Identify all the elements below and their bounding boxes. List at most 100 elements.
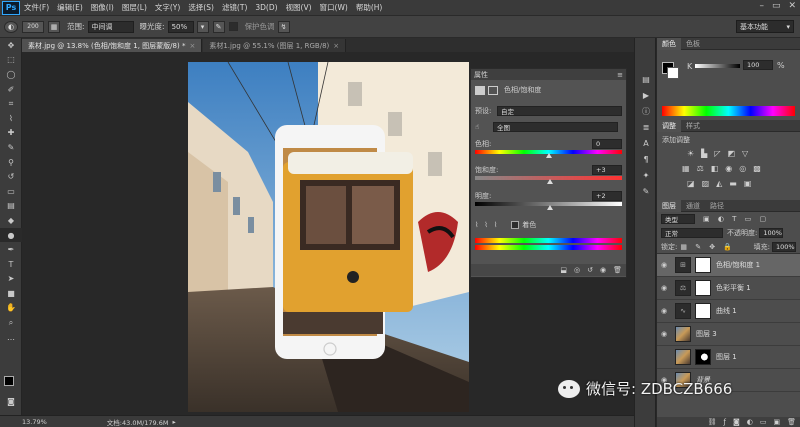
lasso-tool-icon[interactable]: ◯ <box>0 67 22 82</box>
add-mask-icon[interactable]: ◙ <box>733 418 740 426</box>
new-adjustment-icon[interactable]: ◐ <box>747 418 753 426</box>
layer-row[interactable]: ◉ ⚖ 色彩平衡 1 <box>657 277 800 300</box>
tab-document-2[interactable]: 素材1.jpg @ 55.1% (图层 1, RGB/8) × <box>203 39 347 52</box>
opacity-input[interactable]: 100% <box>759 228 784 238</box>
color-balance-icon[interactable]: ⚖ <box>697 164 704 173</box>
layer-mask-thumbnail[interactable] <box>695 303 711 319</box>
layer-mask-thumbnail[interactable] <box>695 349 711 365</box>
more-tools-icon[interactable]: … <box>0 330 22 345</box>
brush-tool-icon[interactable]: ✎ <box>0 140 22 155</box>
tab-document-1[interactable]: 素材.jpg @ 13.8% (色相/饱和度 1, 图层蒙版/8) * × <box>22 39 203 52</box>
close-icon[interactable]: × <box>189 42 195 50</box>
photo-filter-icon[interactable]: ◉ <box>725 164 732 173</box>
layer-row[interactable]: ◉ ⊞ 色相/饱和度 1 <box>657 254 800 277</box>
menu-3d[interactable]: 3D(D) <box>255 3 277 12</box>
tab-layers[interactable]: 图层 <box>657 199 681 212</box>
background-color-swatch[interactable] <box>667 67 679 79</box>
visibility-icon[interactable]: ◉ <box>600 266 606 274</box>
visibility-eye-icon[interactable]: ◉ <box>657 307 671 315</box>
layer-mask-thumbnail[interactable] <box>695 257 711 273</box>
tool-presets-icon[interactable]: ✦ <box>636 168 656 182</box>
invert-icon[interactable]: ◪ <box>687 179 695 188</box>
marquee-tool-icon[interactable]: ⬚ <box>0 53 22 68</box>
threshold-icon[interactable]: ◭ <box>716 179 722 188</box>
menu-view[interactable]: 视图(V) <box>286 2 312 13</box>
brightness-icon[interactable]: ☀ <box>687 149 694 158</box>
brush-panel-icon[interactable]: ▦ <box>48 20 60 33</box>
panel-menu-icon[interactable]: ≡ <box>617 71 623 79</box>
k-channel-slider[interactable] <box>695 64 740 68</box>
black-white-icon[interactable]: ◧ <box>711 164 719 173</box>
tab-paths[interactable]: 路径 <box>705 200 729 212</box>
history-brush-icon[interactable]: ↺ <box>0 169 22 184</box>
range-select[interactable]: 中间调 <box>87 20 134 33</box>
properties-header[interactable]: 属性 ≡ <box>471 69 626 80</box>
exposure-icon[interactable]: ◩ <box>727 149 735 158</box>
history-panel-icon[interactable]: ▤ <box>636 72 656 86</box>
selective-color-icon[interactable]: ▣ <box>744 179 752 188</box>
zoom-level[interactable]: 13.79% <box>22 418 47 426</box>
channel-mixer-icon[interactable]: ◎ <box>739 164 746 173</box>
character-panel-icon[interactable]: A <box>636 136 656 150</box>
hue-slider[interactable] <box>475 150 622 158</box>
menu-file[interactable]: 文件(F) <box>24 2 49 13</box>
eyedropper-tool-icon[interactable]: ⌇ <box>0 111 22 126</box>
dodge-tool-icon[interactable]: ◐ <box>4 20 18 33</box>
fill-input[interactable]: 100% <box>772 241 796 252</box>
status-arrow-icon[interactable]: ▸ <box>172 418 175 426</box>
blend-mode-select[interactable]: 正常 <box>661 228 723 238</box>
filter-icons[interactable]: ▣ ◐ T ▭ ▢ <box>703 215 769 223</box>
lightness-input[interactable]: +2 <box>592 191 622 201</box>
workspace-select[interactable]: 基本功能 ▾ <box>736 20 794 33</box>
type-tool-icon[interactable]: T <box>0 257 22 272</box>
color-spectrum[interactable] <box>662 106 795 116</box>
tab-color[interactable]: 颜色 <box>657 37 681 50</box>
gradient-map-icon[interactable]: ▬ <box>729 179 737 188</box>
path-select-icon[interactable]: ➤ <box>0 272 22 287</box>
airbrush-icon[interactable]: ✎ <box>212 20 225 33</box>
maximize-icon[interactable]: ▭ <box>772 1 781 11</box>
menu-layer[interactable]: 图层(L) <box>122 2 147 13</box>
lightness-slider-thumb[interactable] <box>546 205 553 210</box>
brush-panel-icon[interactable]: ✎ <box>636 184 656 198</box>
quick-mask-icon[interactable]: ◙ <box>0 394 22 409</box>
dodge-tool-icon[interactable]: ● <box>0 227 22 243</box>
pressure-icon[interactable]: ↯ <box>277 20 290 33</box>
tab-swatches[interactable]: 色板 <box>681 38 705 50</box>
vibrance-icon[interactable]: ▽ <box>742 149 748 158</box>
crop-tool-icon[interactable]: ⌗ <box>0 96 22 111</box>
view-previous-icon[interactable]: ◎ <box>574 266 580 274</box>
tab-adjustments[interactable]: 调整 <box>657 119 681 132</box>
eraser-tool-icon[interactable]: ▭ <box>0 184 22 199</box>
move-tool-icon[interactable]: ✥ <box>0 38 22 53</box>
new-group-icon[interactable]: ▭ <box>760 418 767 426</box>
lightness-slider[interactable] <box>475 202 622 210</box>
layer-filter-select[interactable]: 类型 <box>661 214 695 224</box>
zoom-tool-icon[interactable]: ⌕ <box>0 315 22 330</box>
menu-edit[interactable]: 编辑(E) <box>57 2 83 13</box>
shape-tool-icon[interactable]: ■ <box>0 286 22 301</box>
foreground-color-swatch[interactable] <box>4 376 14 386</box>
hue-saturation-icon[interactable]: ▦ <box>682 164 690 173</box>
preset-select[interactable]: 自定 <box>497 106 622 116</box>
quick-select-tool-icon[interactable]: ✐ <box>0 82 22 97</box>
canvas-image[interactable] <box>188 62 469 412</box>
brush-preset-icon[interactable]: 200 <box>22 20 44 33</box>
minimize-icon[interactable]: – <box>759 1 764 11</box>
channel-select[interactable]: 全图 <box>493 122 618 132</box>
info-panel-icon[interactable]: ⓘ <box>636 104 656 118</box>
close-icon[interactable]: ✕ <box>788 1 796 11</box>
menu-select[interactable]: 选择(S) <box>188 2 214 13</box>
properties-panel-icon[interactable]: ≣ <box>636 120 656 134</box>
add-style-icon[interactable]: ƒ <box>723 418 725 426</box>
colorize-checkbox[interactable] <box>511 221 520 229</box>
k-channel-input[interactable]: 100 <box>743 60 773 70</box>
eyedropper-minus-icon[interactable]: ⌇ <box>494 221 497 229</box>
exposure-dropdown-icon[interactable]: ▾ <box>196 20 209 33</box>
trash-icon[interactable]: 🗑 <box>613 266 622 274</box>
blur-tool-icon[interactable]: ◆ <box>0 213 22 228</box>
curves-icon[interactable]: ◸ <box>714 149 720 158</box>
menu-type[interactable]: 文字(Y) <box>155 2 180 13</box>
new-layer-icon[interactable]: ▣ <box>773 418 780 426</box>
exposure-input[interactable]: 50% <box>167 20 194 33</box>
